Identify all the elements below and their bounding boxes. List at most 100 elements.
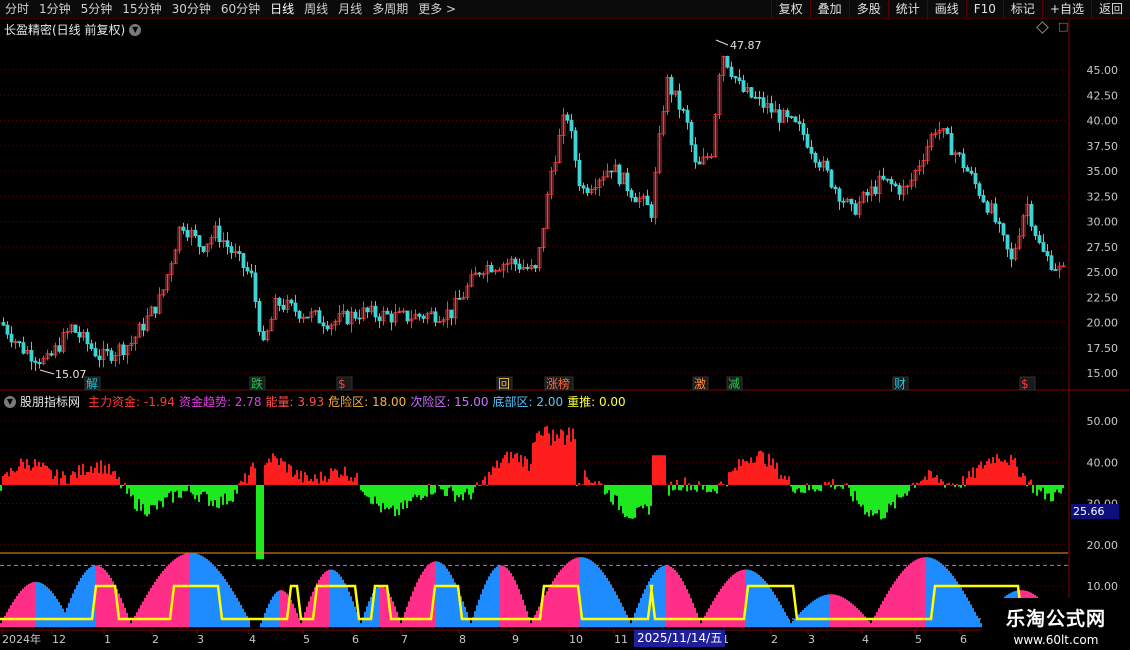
energy-bar xyxy=(520,594,522,628)
energy-bar xyxy=(26,585,28,628)
candle-body xyxy=(681,108,686,111)
energy-bar xyxy=(788,619,790,628)
energy-bar xyxy=(882,600,884,628)
flow-bar xyxy=(966,478,968,485)
flow-bar xyxy=(586,477,588,485)
flow-bar xyxy=(488,471,490,485)
event-tag: 回 xyxy=(498,377,510,391)
energy-bar xyxy=(2,619,4,628)
flow-bar xyxy=(750,457,752,485)
candle-body xyxy=(373,305,378,318)
flow-bar xyxy=(558,438,560,485)
candle-body xyxy=(789,116,794,118)
flow-bar xyxy=(992,456,994,485)
indicator-value: 能量: 3.93 xyxy=(265,395,325,409)
flow-bar xyxy=(526,458,528,485)
energy-bar xyxy=(616,595,618,628)
flow-bar xyxy=(120,484,122,489)
flow-bar xyxy=(202,484,204,493)
candle-body xyxy=(569,119,574,132)
energy-bar xyxy=(176,557,178,628)
energy-bar xyxy=(214,566,216,628)
y-tick-label: 40.00 xyxy=(1087,456,1119,469)
flow-bar xyxy=(300,470,302,485)
energy-bar xyxy=(440,562,442,628)
energy-bar xyxy=(478,599,480,628)
energy-bar xyxy=(724,583,726,628)
candle-body xyxy=(957,152,962,155)
energy-bar xyxy=(694,607,696,628)
flow-bar xyxy=(66,483,68,485)
flow-bar xyxy=(600,483,602,485)
energy-bar xyxy=(122,602,124,628)
energy-bar xyxy=(34,581,36,628)
energy-bar xyxy=(146,594,148,628)
flow-bar xyxy=(826,483,828,485)
energy-bar xyxy=(182,554,184,628)
flow-bar xyxy=(172,484,174,503)
flow-bar xyxy=(760,450,762,485)
flow-bar xyxy=(660,455,662,485)
flow-bar xyxy=(350,477,352,485)
flow-bar xyxy=(850,484,852,497)
energy-bar xyxy=(202,556,204,628)
energy-bar xyxy=(568,561,570,628)
flow-bar xyxy=(12,470,14,485)
energy-bar xyxy=(204,557,206,628)
energy-bar xyxy=(892,584,894,628)
flow-bar xyxy=(794,484,796,494)
flow-bar xyxy=(884,484,886,519)
candle-body xyxy=(609,170,614,173)
energy-bar xyxy=(392,601,394,628)
flow-bar xyxy=(648,484,650,515)
flow-bar xyxy=(786,479,788,485)
flow-bar xyxy=(1062,484,1064,489)
y-tick-label: 30.00 xyxy=(1087,216,1119,229)
indicator-value: 底部区: 2.00 xyxy=(492,395,564,409)
event-tag: 跌 xyxy=(251,376,263,391)
flow-bar xyxy=(346,475,348,485)
candle-body xyxy=(981,195,986,203)
chevron-down-icon[interactable]: ▼ xyxy=(4,395,16,408)
flow-bar xyxy=(52,479,54,485)
y-tick-label: 27.50 xyxy=(1087,241,1119,254)
energy-bar xyxy=(240,604,242,628)
flow-bar xyxy=(888,484,890,504)
energy-bar xyxy=(854,606,856,628)
flow-bar xyxy=(176,484,178,491)
energy-bar xyxy=(416,582,418,628)
energy-bar xyxy=(190,553,192,628)
energy-bar xyxy=(292,603,294,628)
flow-bar xyxy=(824,481,826,485)
flow-bar xyxy=(306,475,308,485)
flow-bar xyxy=(4,474,6,485)
kline-chart[interactable]: 45.00 42.50 40.00 37.50 35.00 32.50 30.00 27.50… xyxy=(0,0,1130,650)
flow-bar xyxy=(184,484,186,492)
flow-bar xyxy=(986,461,988,485)
energy-bar xyxy=(812,601,814,628)
energy-bar xyxy=(684,585,686,628)
candle-body xyxy=(889,179,894,185)
flow-bar xyxy=(36,465,38,485)
energy-bar xyxy=(70,598,72,628)
flow-bar xyxy=(748,463,750,485)
flow-bar xyxy=(852,484,854,502)
flow-bar xyxy=(640,484,642,506)
flow-bar xyxy=(308,480,310,485)
high-label: 47.87 xyxy=(730,39,762,52)
flow-bar xyxy=(90,466,92,485)
energy-bar xyxy=(550,584,552,628)
flow-bar xyxy=(388,484,390,510)
energy-bar xyxy=(614,591,616,628)
flow-bar xyxy=(910,484,912,486)
flow-bar xyxy=(552,429,554,485)
flow-bar xyxy=(454,484,456,502)
energy-bar xyxy=(522,599,524,628)
candle-body xyxy=(197,235,202,247)
flow-bar xyxy=(274,456,276,485)
flow-bar xyxy=(420,484,422,500)
y-tick-label: 25.00 xyxy=(1087,266,1119,279)
flow-bar xyxy=(292,476,294,485)
energy-bar xyxy=(0,623,2,628)
candle-body xyxy=(21,342,26,354)
